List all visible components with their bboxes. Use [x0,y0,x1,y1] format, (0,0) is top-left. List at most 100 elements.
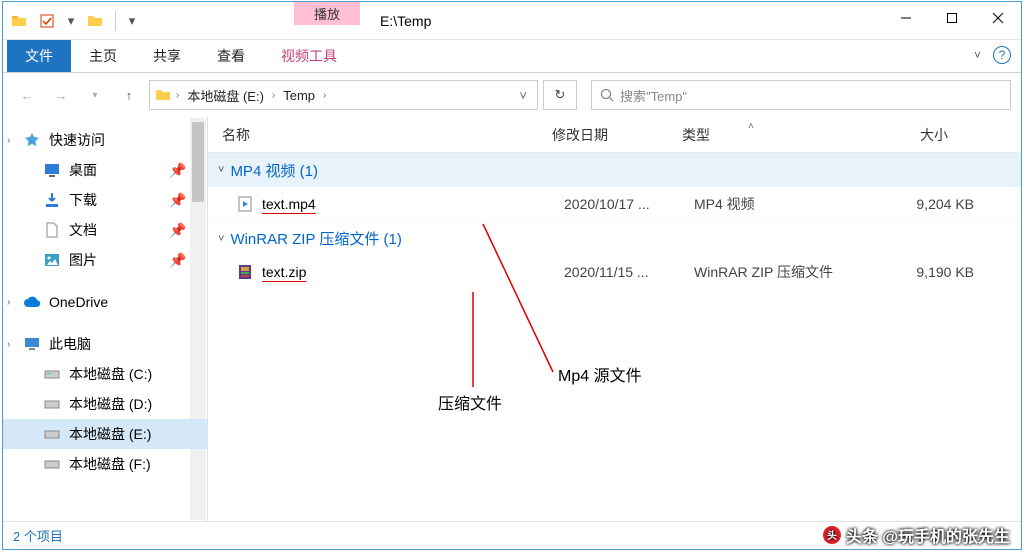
sidebar-label: 本地磁盘 (C:) [69,364,152,384]
help-icon[interactable]: ? [993,46,1011,64]
window-controls [883,2,1021,39]
group-header[interactable]: ˅ MP4 视频 (1) [208,153,1021,187]
drive-icon [43,456,61,472]
refresh-button[interactable]: ↻ [543,80,577,110]
tab-share[interactable]: 共享 [135,40,199,72]
chevron-right-icon[interactable]: › [7,339,10,350]
sidebar-label: 下载 [69,190,97,210]
sidebar-item-desktop[interactable]: 桌面 📌 [3,155,207,185]
col-type[interactable]: 类型˄ [668,125,868,145]
body: › 快速访问 桌面 📌 下载 📌 文档 📌 图片 [3,117,1021,521]
chevron-right-icon[interactable]: › [7,135,10,146]
col-size[interactable]: 大小 [868,125,968,145]
chevron-right-icon[interactable]: › [7,297,10,308]
drive-icon [43,396,61,412]
sidebar-item-pictures[interactable]: 图片 📌 [3,245,207,275]
ribbon-collapse-icon[interactable]: ˅ [974,48,981,62]
watermark: 头 头条 @玩手机的张先生 [822,523,1010,547]
tab-view[interactable]: 查看 [199,40,263,72]
sidebar-item-onedrive[interactable]: › OneDrive [3,287,207,317]
navbar: ← → ▾ ↑ › 本地磁盘 (E:) › Temp › ˅ ↻ 搜索"Temp… [3,73,1021,117]
forward-button[interactable]: → [47,81,75,109]
pin-icon: 📌 [169,222,187,238]
back-button[interactable]: ← [13,81,41,109]
sidebar-label: 此电脑 [49,334,91,354]
chevron-down-icon: ˅ [218,164,224,176]
address-bar[interactable]: › 本地磁盘 (E:) › Temp › ˅ [149,80,538,110]
qat-menu-icon[interactable]: ▾ [124,9,140,33]
chevron-right-icon[interactable]: › [176,90,179,101]
breadcrumb-drive[interactable]: 本地磁盘 (E:) [183,84,268,107]
chevron-right-icon[interactable]: › [272,90,275,101]
zip-file-icon [236,264,254,280]
sidebar-label: 桌面 [69,160,97,180]
file-size: 9,204 KB [894,196,994,212]
annotation-zip: 压缩文件 [438,390,502,414]
sort-up-icon: ˄ [748,121,754,132]
folder-icon-2[interactable] [83,9,107,33]
quick-access-toolbar: ▾ ▾ [3,2,144,39]
file-size: 9,190 KB [894,264,994,280]
explorer-window: ▾ ▾ 播放 E:\Temp 文件 主页 共享 查看 视频工具 ˅ ? ← → … [2,1,1022,550]
maximize-button[interactable] [929,2,975,34]
item-count: 2 个项目 [13,526,63,545]
breadcrumb-folder[interactable]: Temp [279,86,319,105]
tab-file[interactable]: 文件 [7,40,71,72]
qat-dropdown-icon[interactable]: ▾ [63,9,79,33]
pin-icon: 📌 [169,192,187,208]
close-button[interactable] [975,2,1021,34]
history-dropdown-icon[interactable]: ▾ [81,81,109,109]
drive-icon [43,366,61,382]
pc-icon [23,336,41,352]
sidebar-item-documents[interactable]: 文档 📌 [3,215,207,245]
col-name[interactable]: 名称 [208,125,538,145]
video-file-icon [236,196,254,212]
search-icon [600,88,614,102]
up-button[interactable]: ↑ [115,81,143,109]
sidebar-label: 图片 [69,250,97,270]
sidebar-label: 快速访问 [49,130,105,150]
ribbon-context-tab: 播放 [294,2,360,39]
search-input[interactable]: 搜索"Temp" [591,80,1011,110]
sidebar-item-downloads[interactable]: 下载 📌 [3,185,207,215]
sidebar-label: OneDrive [49,294,108,310]
file-name: text.mp4 [262,196,564,212]
sidebar-label: 本地磁盘 (F:) [69,454,151,474]
chevron-right-icon[interactable]: › [323,90,326,101]
search-placeholder: 搜索"Temp" [620,86,687,105]
file-name: text.zip [262,264,564,280]
sidebar-item-quick-access[interactable]: › 快速访问 [3,125,207,155]
group-header[interactable]: ˅ WinRAR ZIP 压缩文件 (1) [208,221,1021,255]
sidebar-item-drive-f[interactable]: 本地磁盘 (F:) [3,449,207,479]
pin-icon: 📌 [169,162,187,178]
window-title: E:\Temp [360,2,883,39]
drive-icon [43,426,61,442]
sidebar-item-drive-e[interactable]: 本地磁盘 (E:) [3,419,207,449]
pictures-icon [43,252,61,268]
pin-icon: 📌 [169,252,187,268]
file-date: 2020/11/15 ... [564,264,694,280]
file-list: 名称 修改日期 类型˄ 大小 ˅ MP4 视频 (1) text.mp4 202… [208,117,1021,521]
col-date[interactable]: 修改日期 [538,125,668,145]
chevron-down-icon: ˅ [218,233,224,245]
separator [115,11,116,31]
sidebar-item-drive-c[interactable]: 本地磁盘 (C:) [3,359,207,389]
properties-icon[interactable] [35,9,59,33]
svg-text:头: 头 [827,529,837,542]
sidebar-item-drive-d[interactable]: 本地磁盘 (D:) [3,389,207,419]
group-label: MP4 视频 (1) [230,160,318,181]
nav-pane: › 快速访问 桌面 📌 下载 📌 文档 📌 图片 [3,117,208,521]
sidebar-label: 文档 [69,220,97,240]
minimize-button[interactable] [883,2,929,34]
folder-icon [154,87,172,103]
file-row[interactable]: text.zip 2020/11/15 ... WinRAR ZIP 压缩文件 … [208,255,1021,289]
tab-home[interactable]: 主页 [71,40,135,72]
tab-video-tools[interactable]: 视频工具 [263,40,355,72]
sidebar-label: 本地磁盘 (D:) [69,394,152,414]
file-row[interactable]: text.mp4 2020/10/17 ... MP4 视频 9,204 KB [208,187,1021,221]
address-dropdown-icon[interactable]: ˅ [513,88,533,103]
sidebar-item-this-pc[interactable]: › 此电脑 [3,329,207,359]
context-label: 播放 [294,2,360,25]
document-icon [43,222,61,238]
folder-icon[interactable] [7,9,31,33]
